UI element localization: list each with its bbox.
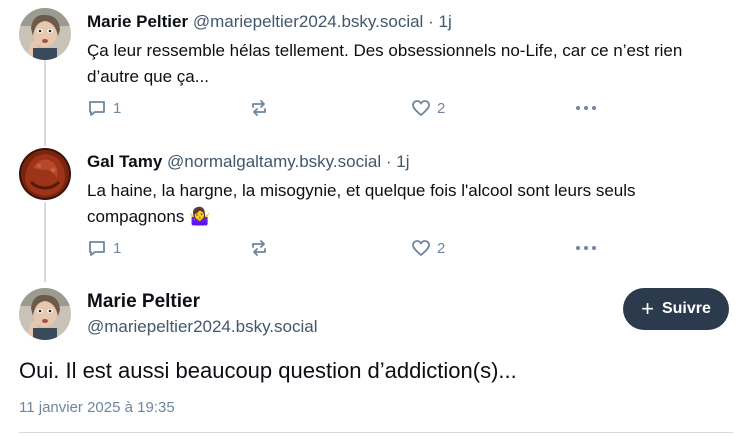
reply-count: 1 <box>113 99 122 117</box>
follow-label: Suivre <box>661 300 711 317</box>
more-icon <box>574 98 598 118</box>
like-count: 2 <box>437 99 446 117</box>
post-actions: 1 2 <box>87 238 607 260</box>
reply-button[interactable]: 1 <box>87 98 121 118</box>
post-date[interactable]: 11 janvier 2025 à 19:35 <box>19 399 175 416</box>
post-text-body: La haine, la hargne, la misogynie, et qu… <box>87 181 636 226</box>
thread-line <box>44 202 46 282</box>
post-time[interactable]: 1j <box>438 12 451 31</box>
post-text: Ça leur ressemble hélas tellement. Des o… <box>87 41 683 86</box>
shrug-emoji: 🤷‍♀️ <box>189 207 211 226</box>
main-author-handle[interactable]: @mariepeltier2024.bsky.social <box>87 317 318 337</box>
avatar[interactable] <box>19 8 71 60</box>
post-header: Marie Peltier @mariepeltier2024.bsky.soc… <box>87 11 452 33</box>
like-button[interactable]: 2 <box>411 238 445 258</box>
like-button[interactable]: 2 <box>411 98 445 118</box>
heart-icon <box>411 238 431 258</box>
post-header: Gal Tamy @normalgaltamy.bsky.social · 1j <box>87 151 409 173</box>
more-button[interactable] <box>574 238 598 258</box>
reply-button[interactable]: 1 <box>87 238 121 258</box>
author-handle[interactable]: @mariepeltier2024.bsky.social <box>193 12 424 31</box>
more-icon <box>574 238 598 258</box>
author-handle[interactable]: @normalgaltamy.bsky.social <box>167 152 381 171</box>
main-post-text: Oui. Il est aussi beaucoup question d’ad… <box>19 358 517 383</box>
avatar[interactable] <box>19 288 71 340</box>
divider <box>19 432 733 433</box>
avatar[interactable] <box>19 148 71 200</box>
plus-icon: + <box>641 296 654 321</box>
main-author-name[interactable]: Marie Peltier <box>87 291 200 313</box>
repost-button[interactable] <box>249 238 269 258</box>
post-actions: 1 2 <box>87 98 607 120</box>
reply-icon <box>87 98 107 118</box>
post-time[interactable]: 1j <box>396 152 409 171</box>
separator: · <box>428 12 434 31</box>
like-count: 2 <box>437 239 446 257</box>
author-name[interactable]: Marie Peltier <box>87 12 188 31</box>
post-text: La haine, la hargne, la misogynie, et qu… <box>87 178 727 230</box>
follow-button[interactable]: + Suivre <box>623 288 729 330</box>
repost-button[interactable] <box>249 98 269 118</box>
heart-icon <box>411 98 431 118</box>
repost-icon <box>249 238 269 258</box>
author-name[interactable]: Gal Tamy <box>87 152 162 171</box>
repost-icon <box>249 98 269 118</box>
separator: · <box>385 152 392 171</box>
reply-icon <box>87 238 107 258</box>
thread-line <box>44 60 46 146</box>
more-button[interactable] <box>574 98 598 118</box>
reply-count: 1 <box>113 239 122 257</box>
